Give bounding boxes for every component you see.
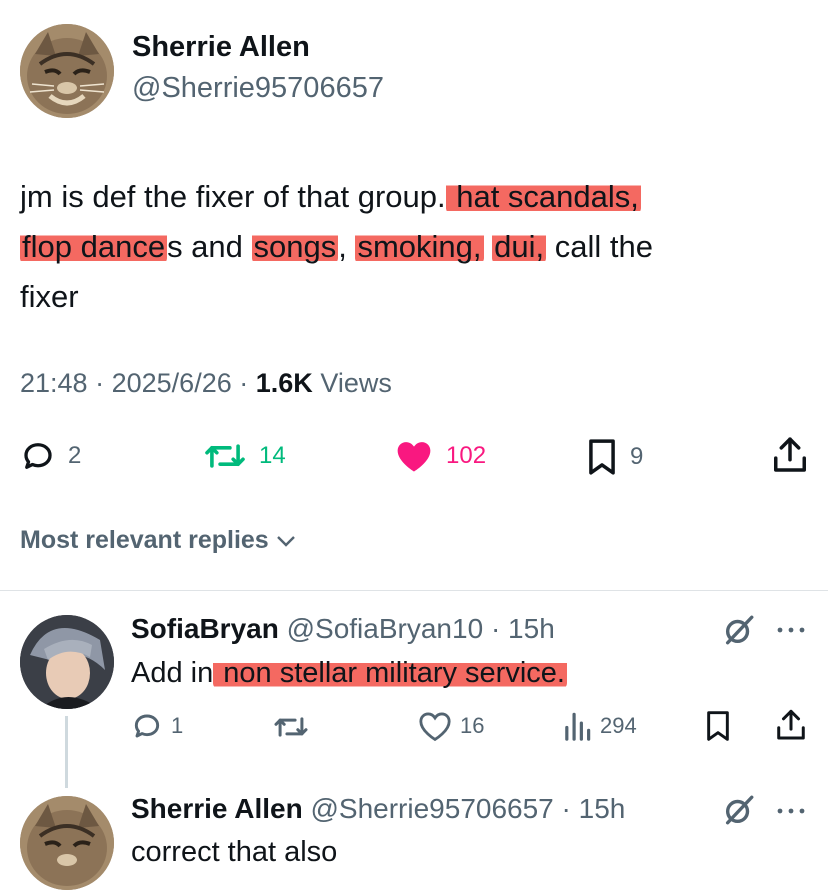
views-count: 1.6K [255,368,313,398]
heart-icon [419,712,451,742]
repost-icon [274,717,308,737]
meta-separator: · [561,793,571,824]
author-handle[interactable]: @Sherrie95706657 [132,72,384,105]
heart-icon [397,442,431,472]
bookmark-count: 9 [630,443,644,470]
post-text-highlight: hat scandals, [445,179,641,214]
reply-header: SofiaBryan @SofiaBryan10 · 15h [131,613,555,645]
post-text-segment: s and [167,229,252,264]
chevron-down-icon [276,535,295,547]
post-date[interactable]: 2025/6/26 [112,368,232,398]
grok-button[interactable] [722,793,756,832]
like-button[interactable]: 102 [394,438,486,474]
reply-like-button[interactable]: 16 [418,710,484,742]
like-count: 102 [446,442,487,469]
reply-time[interactable]: 15h [508,613,555,644]
reply-icon [134,714,160,738]
bookmark-icon [707,711,729,741]
repost-count: 14 [259,442,286,469]
reply-reply-count: 1 [171,713,184,738]
more-options-button[interactable] [776,622,806,640]
post-text-line-2: flop dances and songs, smoking, dui, cal… [20,222,810,272]
post-text-highlight: dui, [492,229,547,264]
more-options-button[interactable] [776,803,806,821]
divider [0,590,828,591]
post-meta: 21:48 · 2025/6/26 · 1.6K Views [20,368,392,399]
meta-separator: · [95,368,105,398]
post-text-segment: call the [546,229,653,264]
reply-text: correct that also [131,836,338,868]
reply-handle[interactable]: @SofiaBryan10 [287,613,484,644]
share-button[interactable] [772,436,808,474]
reply-count: 2 [68,442,82,469]
replies-filter-label: Most relevant replies [20,526,269,554]
replies-filter-dropdown[interactable]: Most relevant replies [20,526,297,555]
post-text-highlight: flop dance [20,229,168,264]
person-avatar-image [20,615,114,709]
reply-bookmark-button[interactable] [704,710,732,742]
reply-views-count: 294 [600,713,637,738]
reply-views-button[interactable]: 294 [562,710,637,742]
post-text-highlight: songs [251,229,339,264]
post-text: jm is def the fixer of that group. hat s… [20,172,810,322]
meta-separator: · [239,368,249,398]
views-icon [565,712,591,741]
post-text-line-3: fixer [20,279,79,314]
reply-share-button[interactable] [776,708,806,742]
author-display-name[interactable]: Sherrie Allen [132,31,310,64]
post-time[interactable]: 21:48 [20,368,88,398]
reply-handle[interactable]: @Sherrie95706657 [310,793,553,824]
cat-avatar-image [20,24,114,118]
grok-icon [725,795,754,825]
reply-text: Add in non stellar military service. [131,653,567,693]
post-text-segment [484,229,493,264]
avatar-sherrie-allen-reply[interactable] [20,796,114,890]
avatar-sherrie-allen[interactable] [20,24,114,118]
reply-reply-button[interactable]: 1 [131,710,183,742]
post-text-highlight: smoking, [355,229,484,264]
post-text-line-1: jm is def the fixer of that group. hat s… [20,172,810,222]
more-icon [777,627,805,633]
thread-connector-line [65,716,68,788]
share-icon [777,709,805,740]
grok-button[interactable] [722,613,756,652]
reply-icon [24,443,52,469]
reply-time[interactable]: 15h [579,793,626,824]
post-text-segment: , [338,229,356,264]
reply-display-name[interactable]: Sherrie Allen [131,793,303,824]
reply-repost-button[interactable] [272,712,310,742]
bookmark-icon [589,439,615,475]
reply-text-highlight: non stellar military service. [213,657,567,689]
views-label: Views [320,368,392,398]
repost-icon [205,444,245,468]
reply-header: Sherrie Allen @Sherrie95706657 · 15h [131,793,625,825]
reply-like-count: 16 [460,713,485,738]
grok-icon [725,615,754,645]
avatar-sofiabryan[interactable] [20,615,114,709]
more-icon [777,808,805,814]
repost-button[interactable]: 14 [203,438,286,474]
cat-avatar-image [20,796,114,890]
reply-display-name[interactable]: SofiaBryan [131,613,279,644]
post-text-segment: jm is def the fixer of that group. [20,179,446,214]
reply-text-segment: Add in [131,657,214,689]
reply-button[interactable]: 2 [20,438,81,474]
bookmark-button[interactable]: 9 [586,438,643,476]
share-icon [774,437,806,472]
meta-separator: · [490,613,501,644]
